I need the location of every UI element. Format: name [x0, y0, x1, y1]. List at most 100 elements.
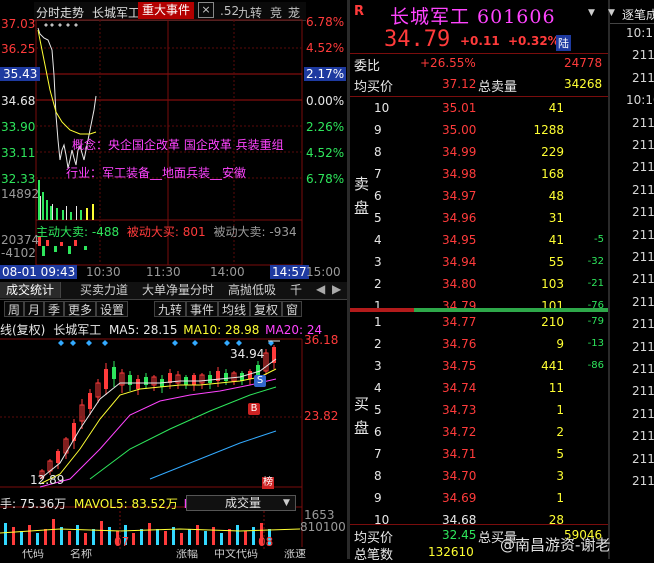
tick-time: 211	[632, 429, 654, 444]
bid-level: 1	[374, 315, 382, 329]
ask-price: 34.98	[442, 167, 477, 181]
price-label: 36.25	[1, 42, 36, 56]
ask-row[interactable]: 6 34.97 48	[350, 185, 608, 207]
bid-row[interactable]: 4 34.74 11	[350, 377, 608, 399]
settings-button[interactable]: 设置	[96, 301, 129, 317]
kline-panel: 线(复权) 长城军工 MA5: 28.15 MA10: 28.98 MA20: …	[0, 319, 350, 559]
quote-panel: R 长城军工 601606 ▼ 34.79 +0.11 +0.32% 陆 委比 …	[350, 0, 608, 563]
jiuzhuan-button[interactable]: 九转	[154, 301, 187, 317]
tab-trade-stats[interactable]: 成交统计	[0, 282, 62, 298]
weibi-value: +26.55%	[420, 56, 476, 70]
tick-time: 211	[632, 227, 654, 242]
bid-row[interactable]: 1 34.77 210 -79	[350, 311, 608, 333]
bid-volume: 1	[556, 403, 564, 417]
avg-sell-label: 均买价	[354, 80, 394, 95]
tick-time: 211	[632, 70, 654, 85]
tick-time: 211	[632, 250, 654, 264]
kline-peak-label: 34.94	[230, 347, 265, 361]
ask-level: 7	[374, 167, 382, 181]
bid-row[interactable]: 9 34.69 1	[350, 487, 608, 509]
rank-badge[interactable]: 榜	[262, 477, 274, 489]
ask-row[interactable]: 8 34.99 229	[350, 141, 608, 163]
ask-price: 34.80	[442, 277, 477, 291]
chevron-right-icon[interactable]: ▶	[332, 282, 341, 296]
bid-row[interactable]: 3 34.75 441 -86	[350, 355, 608, 377]
sell-marker[interactable]: S	[254, 375, 266, 387]
bid-row[interactable]: 8 34.70 3	[350, 465, 608, 487]
bid-volume: 210	[541, 315, 564, 329]
tab-buy-sell-power[interactable]: 买卖力道	[80, 282, 128, 298]
col-speed[interactable]: 涨速	[284, 549, 306, 559]
tick-time: 211	[632, 48, 654, 63]
bid-row[interactable]: 6 34.72 2	[350, 421, 608, 443]
period-month[interactable]: 月	[24, 301, 45, 317]
watermark: @南昌游资-谢老	[500, 536, 611, 554]
stats-tab-bar: 成交统计 买卖力道 大单净量分时 高抛低吸 千 ◀ ▶	[0, 282, 350, 300]
tick-title: 逐笔成	[622, 8, 654, 22]
tick-time: 211	[632, 272, 654, 287]
bid-price: 34.76	[442, 337, 477, 351]
bid-level: 6	[374, 425, 382, 439]
vol-label: 手: 75.36万	[0, 497, 67, 511]
passive-buy-text: 被动大买: 801	[126, 225, 206, 237]
window-button[interactable]: 窗	[282, 301, 303, 317]
tick-time: 211	[632, 339, 654, 354]
avg-sell-value: 37.12	[442, 77, 477, 91]
ask-row[interactable]: 4 34.95 41 -5	[350, 229, 608, 251]
ask-level: 3	[374, 255, 382, 269]
tab-more[interactable]: 千	[290, 282, 302, 298]
ask-row[interactable]: 7 34.98 168	[350, 163, 608, 185]
bid-row[interactable]: 7 34.71 5	[350, 443, 608, 465]
price-label-highlight: 35.43	[0, 67, 41, 81]
chevron-left-icon[interactable]: ◀	[316, 282, 325, 296]
col-name[interactable]: 名称	[70, 549, 92, 559]
bid-volume: 28	[548, 513, 564, 527]
logo-icon: R	[354, 4, 365, 19]
stock-title: 长城军工 601606	[390, 6, 556, 28]
ask-volume: 168	[541, 167, 564, 181]
total-sell-value: 34268	[564, 77, 603, 91]
tick-time: 211	[632, 205, 654, 220]
weibi-label: 委比	[354, 59, 381, 74]
chevron-down-icon[interactable]: ▼	[608, 8, 615, 18]
bid-row[interactable]: 2 34.76 9 -13	[350, 333, 608, 355]
ask-row[interactable]: 10 35.01 41	[350, 97, 608, 119]
tick-time: 10:10	[626, 93, 654, 108]
indicator-select[interactable]: 成交量 ▼	[186, 495, 296, 511]
ask-row[interactable]: 2 34.80 103 -21	[350, 273, 608, 295]
tick-time: 211	[632, 317, 654, 332]
divider	[350, 524, 608, 525]
bid-price: 34.72	[442, 425, 477, 439]
ma-button[interactable]: 均线	[218, 301, 251, 317]
bid-level: 9	[374, 491, 382, 505]
tab-large-order[interactable]: 大单净量分时	[142, 282, 214, 298]
buy-marker[interactable]: B	[248, 403, 260, 415]
bid-volume: 5	[556, 447, 564, 461]
col-code[interactable]: 代码	[22, 549, 44, 559]
ask-price: 34.99	[442, 145, 477, 159]
col-cn-code[interactable]: 中文代码	[214, 549, 258, 559]
event-button[interactable]: 事件	[186, 301, 219, 317]
chevron-down-icon[interactable]: ▼	[588, 8, 595, 18]
bid-price: 34.69	[442, 491, 477, 505]
adjust-button[interactable]: 复权	[250, 301, 283, 317]
ask-level: 6	[374, 189, 382, 203]
bid-row[interactable]: 5 34.73 1	[350, 399, 608, 421]
ask-row[interactable]: 3 34.94 55 -32	[350, 251, 608, 273]
bid-price: 34.74	[442, 381, 477, 395]
period-quarter[interactable]: 季	[44, 301, 65, 317]
volume-axis-label: 14892	[1, 187, 40, 201]
ask-level: 4	[374, 233, 382, 247]
ask-row[interactable]: 5 34.96 31	[350, 207, 608, 229]
col-change[interactable]: 涨幅	[176, 549, 198, 559]
period-week[interactable]: 周	[4, 301, 25, 317]
tick-time: 211	[632, 384, 654, 399]
hk-connect-badge: 陆	[556, 35, 571, 51]
tick-time: 211	[632, 115, 654, 130]
tab-high-low[interactable]: 高抛低吸	[228, 282, 276, 298]
more-button[interactable]: 更多	[64, 301, 97, 317]
bid-price: 34.70	[442, 469, 477, 483]
ask-row[interactable]: 9 35.00 1288	[350, 119, 608, 141]
bid-volume: 2	[556, 425, 564, 439]
kline-low-label: 12.89	[30, 473, 65, 487]
